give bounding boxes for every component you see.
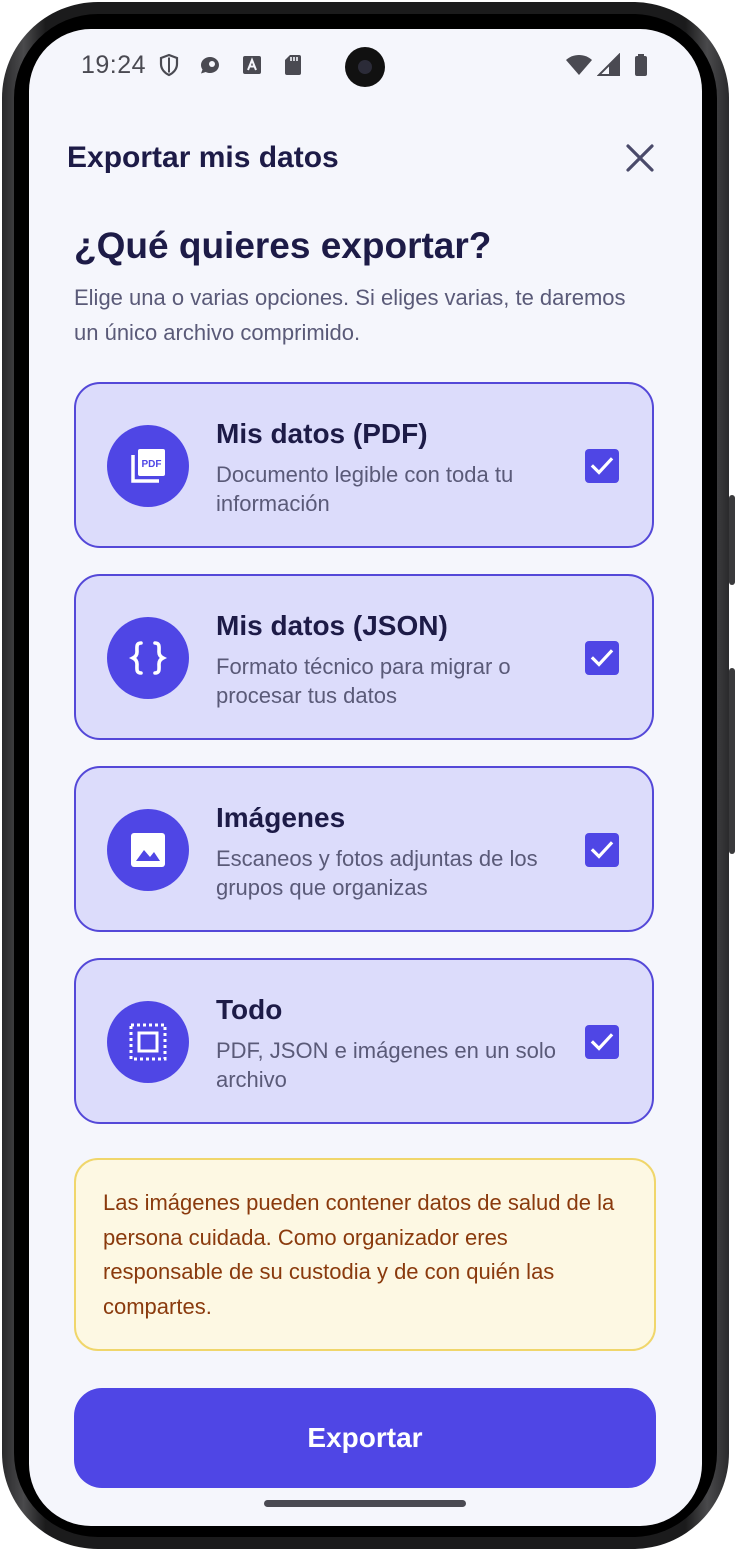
battery-icon	[635, 54, 647, 76]
shield-icon	[159, 53, 179, 77]
close-icon	[626, 144, 654, 172]
checkmark-icon	[590, 841, 614, 859]
section-heading: ¿Qué quieres exportar?	[74, 225, 492, 266]
option-icon-circle	[107, 617, 189, 699]
select-all-icon	[129, 1023, 167, 1061]
option-description: Formato técnico para migrar o procesar t…	[216, 654, 511, 708]
warning-notice: Las imágenes pueden contener datos de sa…	[74, 1158, 656, 1351]
checkmark-icon	[590, 1033, 614, 1051]
checkmark-icon	[590, 649, 614, 667]
page-title: Exportar mis datos	[67, 141, 339, 174]
signal-icon	[597, 53, 620, 76]
option-title: Todo	[216, 994, 283, 1025]
text-a-icon	[243, 56, 261, 74]
phone-device: 19:24 Exportar mis datos ¿Qué quieres ex…	[0, 0, 735, 1553]
option-card-images[interactable]: Imágenes Escaneos y fotos adjuntas de lo…	[74, 766, 654, 932]
power-button	[729, 495, 735, 585]
checkmark-icon	[590, 457, 614, 475]
option-checkbox-all[interactable]	[585, 1025, 619, 1059]
option-icon-circle: PDF	[107, 425, 189, 507]
option-title: Mis datos (PDF)	[216, 418, 428, 449]
sd-card-icon	[285, 55, 301, 75]
option-checkbox-images[interactable]	[585, 833, 619, 867]
chat-icon	[201, 57, 219, 74]
json-braces-icon	[128, 641, 168, 675]
screen: 19:24 Exportar mis datos ¿Qué quieres ex…	[29, 29, 702, 1526]
option-checkbox-json[interactable]	[585, 641, 619, 675]
option-card-all[interactable]: Todo PDF, JSON e imágenes en un solo arc…	[74, 958, 654, 1124]
option-icon-circle	[107, 809, 189, 891]
option-card-pdf[interactable]: PDF Mis datos (PDF) Documento legible co…	[74, 382, 654, 548]
pdf-icon: PDF	[131, 449, 165, 483]
home-indicator[interactable]	[264, 1500, 466, 1507]
option-icon-circle	[107, 1001, 189, 1083]
option-title: Mis datos (JSON)	[216, 610, 448, 641]
section-subtitle: Elige una o varias opciones. Si eliges v…	[74, 285, 626, 345]
option-card-json[interactable]: Mis datos (JSON) Formato técnico para mi…	[74, 574, 654, 740]
option-description: PDF, JSON e imágenes en un solo archivo	[216, 1038, 556, 1092]
option-description: Documento legible con toda tu informació…	[216, 462, 514, 516]
export-button[interactable]: Exportar	[74, 1388, 656, 1488]
status-time: 19:24	[81, 51, 147, 79]
volume-button	[729, 668, 735, 854]
option-title: Imágenes	[216, 802, 346, 833]
image-icon	[131, 833, 165, 867]
option-checkbox-pdf[interactable]	[585, 449, 619, 483]
wifi-icon	[566, 55, 592, 75]
status-bar: 19:24	[29, 29, 702, 103]
front-camera	[345, 47, 385, 87]
close-button[interactable]	[619, 137, 661, 179]
option-description: Escaneos y fotos adjuntas de los grupos …	[216, 846, 538, 900]
svg-text:PDF: PDF	[142, 459, 162, 470]
